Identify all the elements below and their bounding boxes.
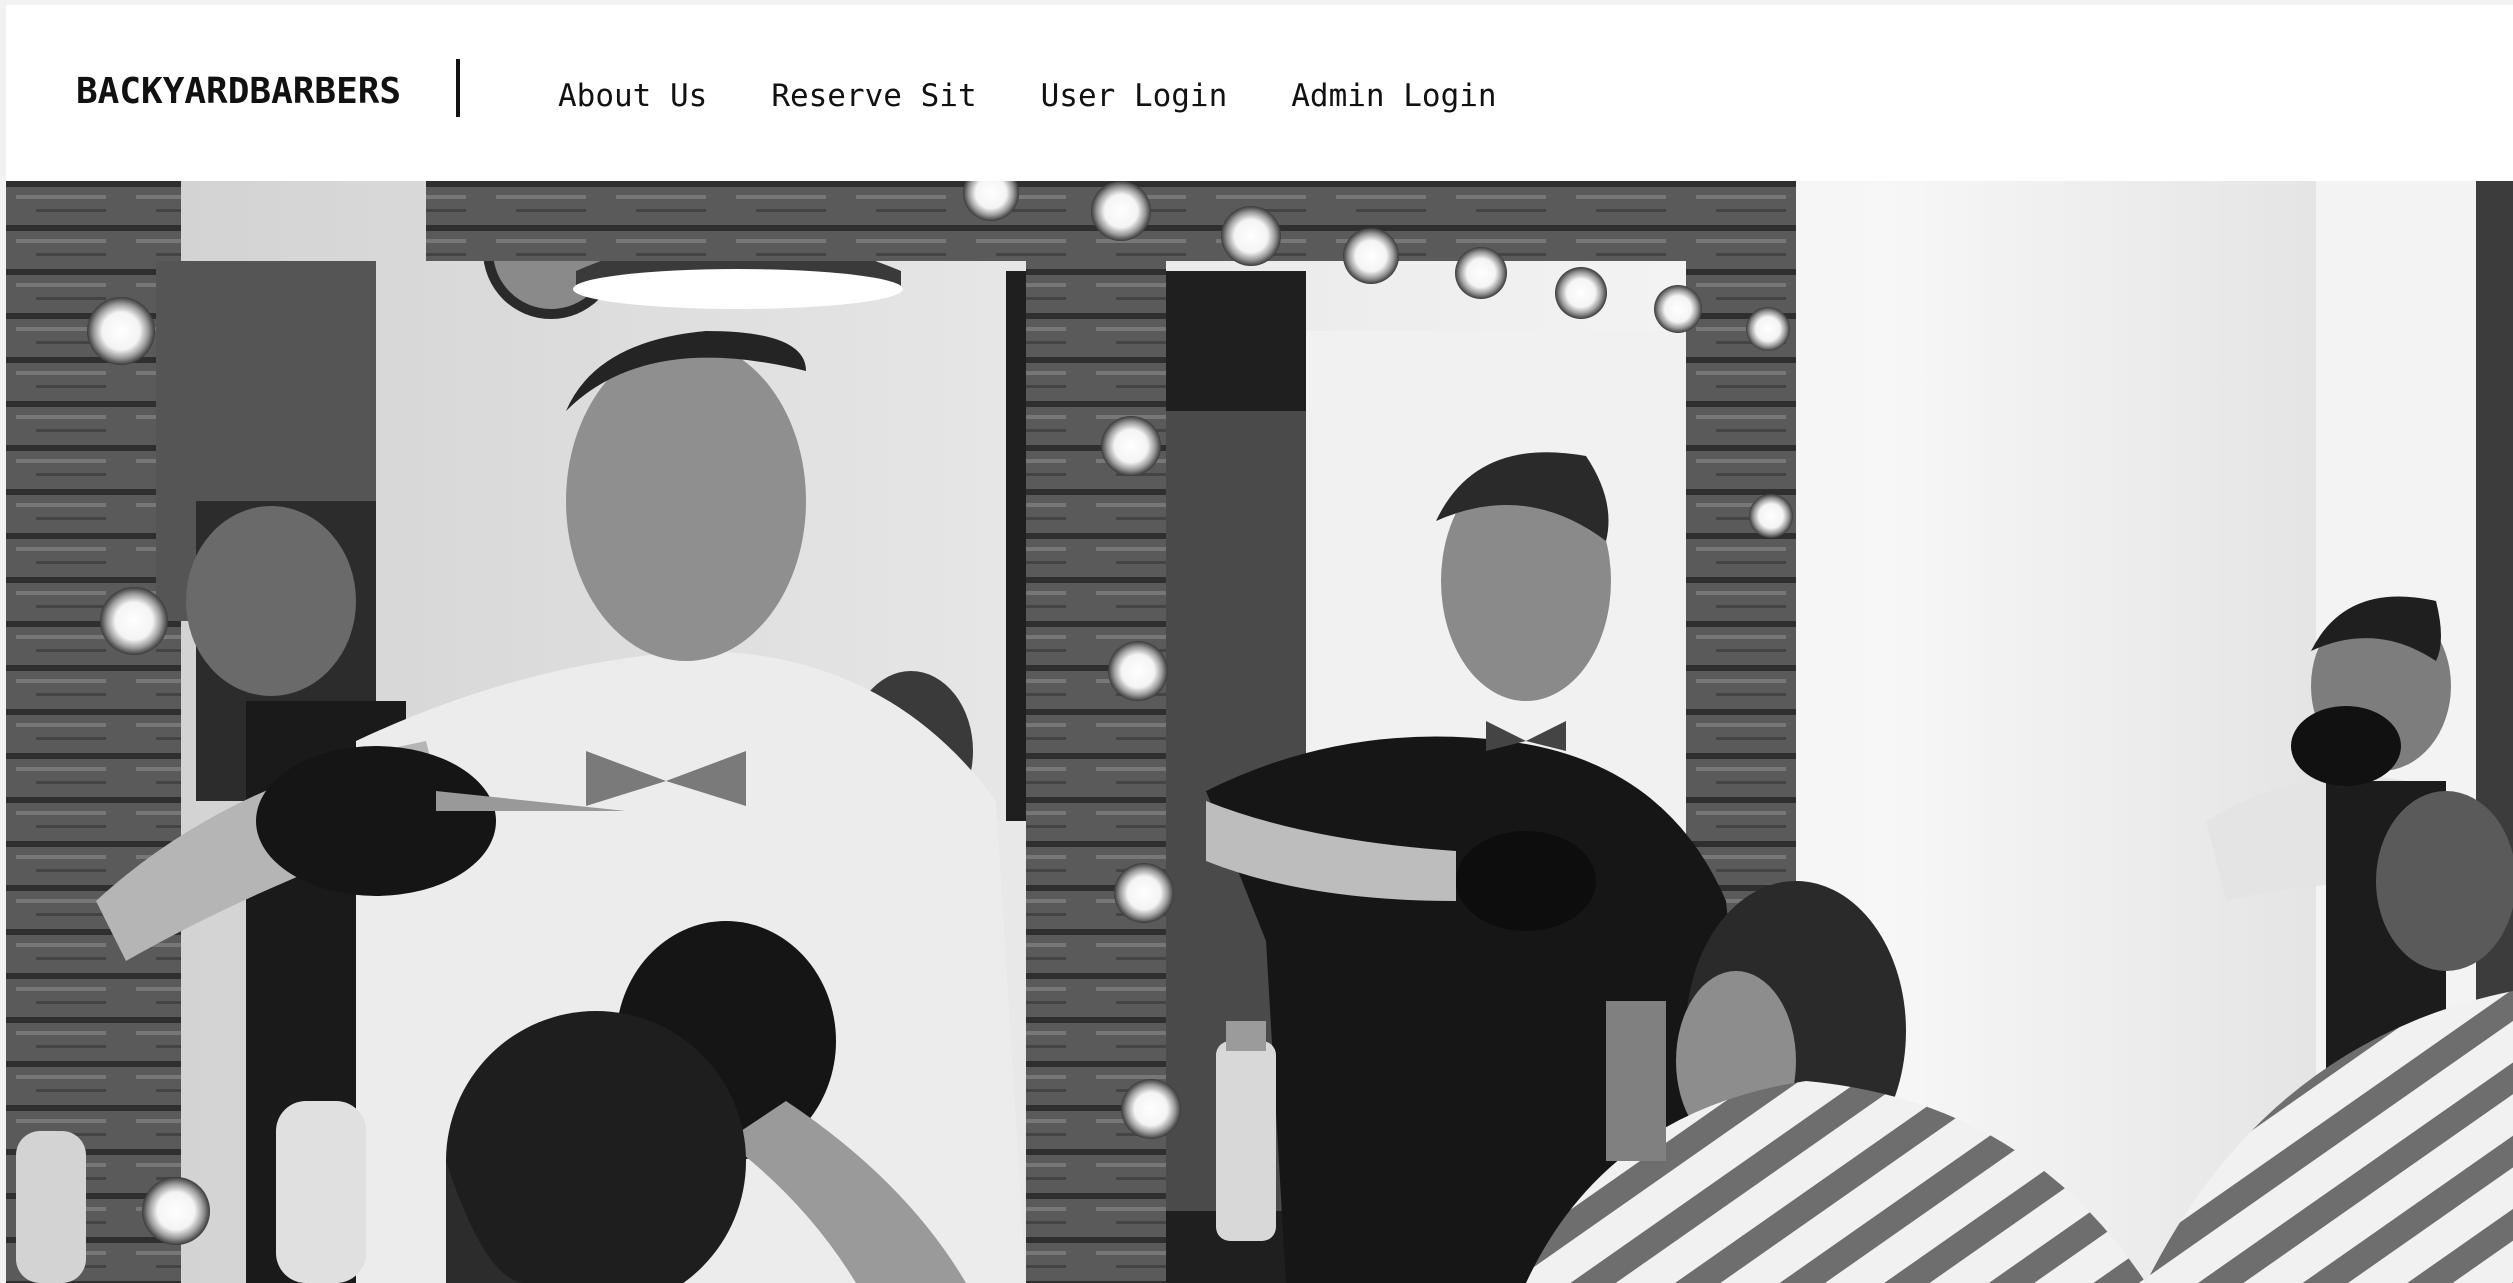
top-navbar: BACKYARDBARBERS About Us Reserve Sit Use… — [6, 5, 2513, 181]
main-nav: About Us Reserve Sit User Login Admin Lo… — [558, 71, 1497, 121]
brand-logo[interactable]: BACKYARDBARBERS — [76, 63, 401, 119]
nav-link-about-us[interactable]: About Us — [558, 78, 707, 114]
page: BACKYARDBARBERS About Us Reserve Sit Use… — [6, 5, 2513, 1283]
nav-link-user-login[interactable]: User Login — [1041, 78, 1228, 114]
hero-image — [6, 181, 2513, 1283]
brand-divider — [456, 59, 460, 117]
barbershop-photo — [6, 181, 2513, 1283]
nav-link-reserve-sit[interactable]: Reserve Sit — [771, 78, 976, 114]
nav-link-admin-login[interactable]: Admin Login — [1291, 78, 1496, 114]
